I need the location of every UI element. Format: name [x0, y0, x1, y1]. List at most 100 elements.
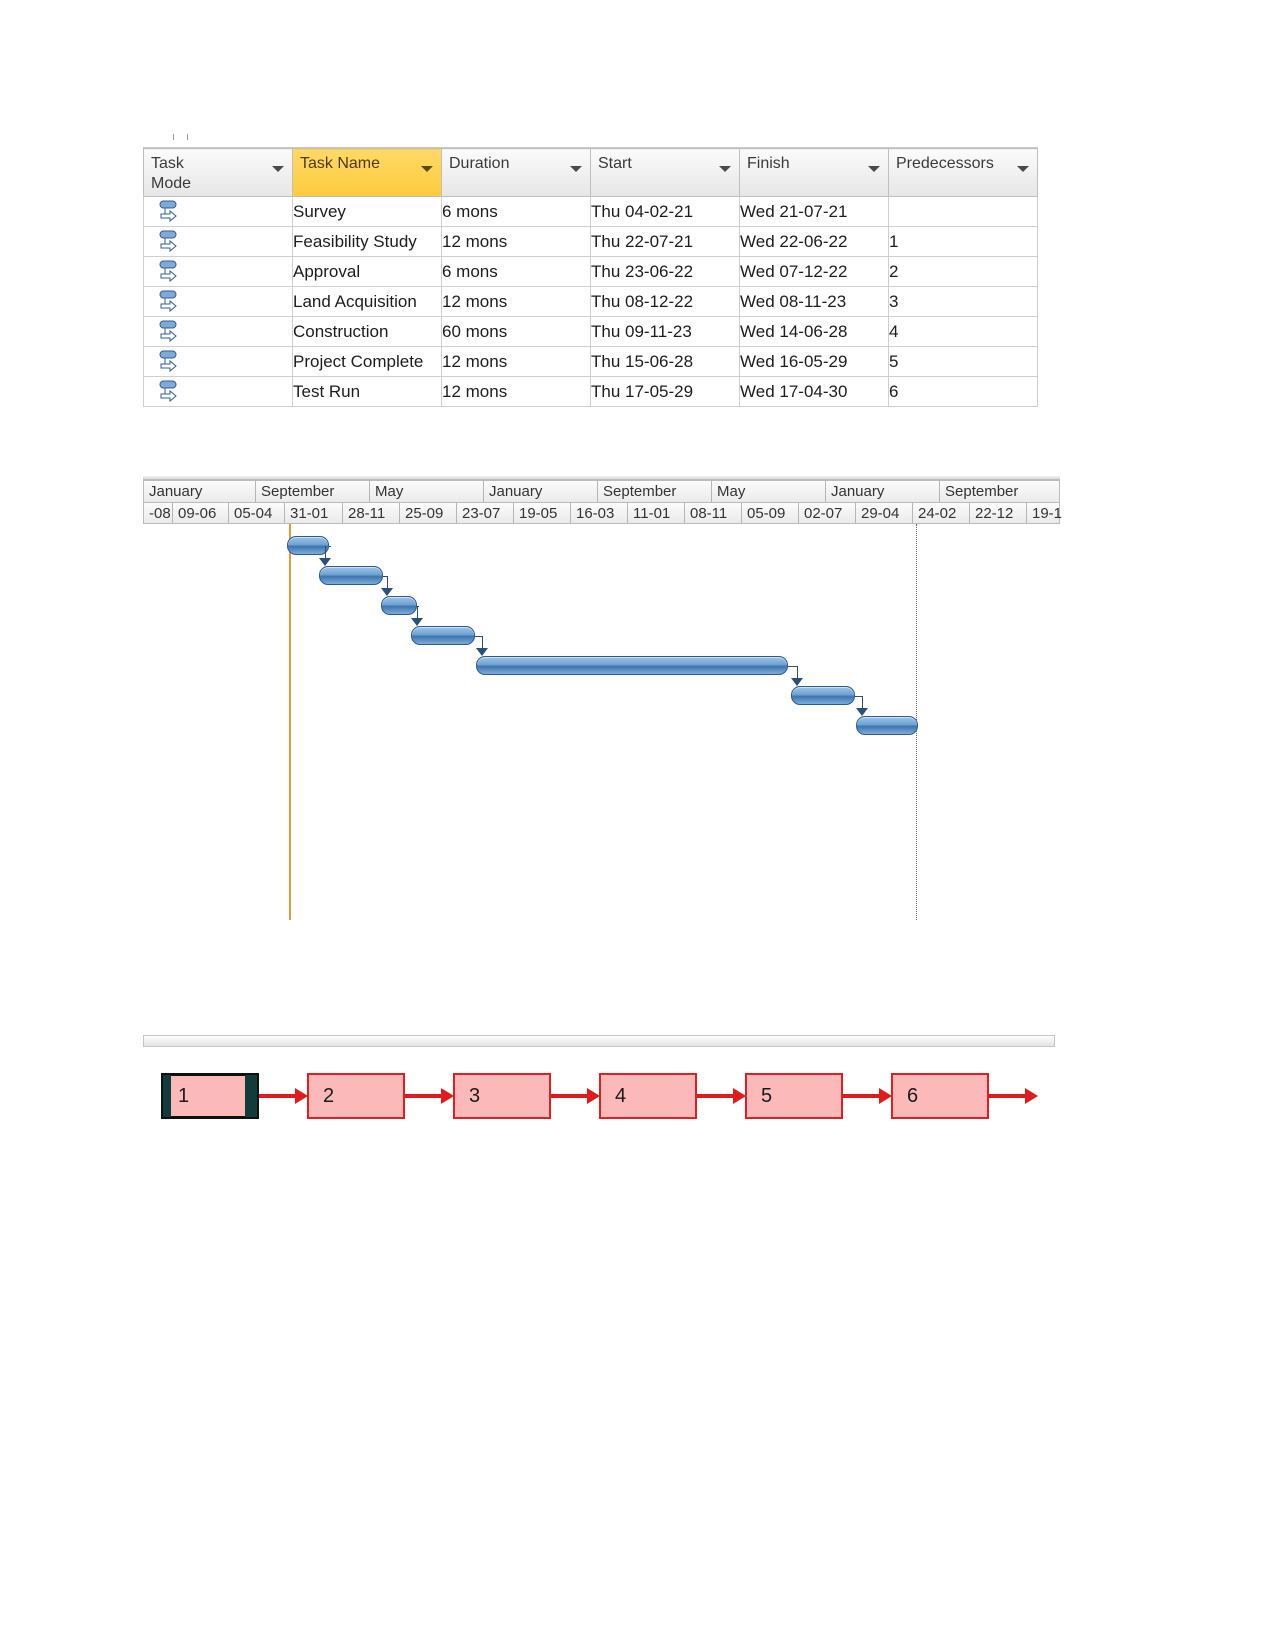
gantt-link-horizontal [788, 666, 797, 667]
chevron-down-icon[interactable] [570, 166, 582, 172]
network-link-arrow-icon [551, 1073, 600, 1119]
cell-finish[interactable]: Wed 07-12-22 [739, 256, 889, 287]
network-node[interactable]: 1 [161, 1073, 259, 1119]
cell-start[interactable]: Thu 17-05-29 [590, 376, 740, 407]
cell-task-name[interactable]: Land Acquisition [292, 286, 442, 317]
cell-start[interactable]: Thu 04-02-21 [590, 196, 740, 227]
gantt-link-arrow-icon [476, 648, 488, 656]
gantt-bar[interactable] [791, 686, 855, 705]
cell-finish[interactable]: Wed 17-04-30 [739, 376, 889, 407]
cell-task-mode[interactable] [143, 226, 293, 257]
column-header-task-mode[interactable]: Task Mode [143, 148, 293, 197]
cell-finish[interactable]: Wed 21-07-21 [739, 196, 889, 227]
header-row: Task Mode Task Name Duration Start Finish [143, 148, 1038, 197]
cell-task-mode[interactable] [143, 286, 293, 317]
cell-task-mode[interactable] [143, 376, 293, 407]
table-row[interactable]: Test Run 12 mons Thu 17-05-29 Wed 17-04-30 6 [143, 376, 1038, 407]
network-node[interactable]: 6 [891, 1073, 989, 1119]
column-header-start[interactable]: Start [590, 148, 740, 197]
timescale-date-cell: 19-1 [1032, 505, 1063, 522]
cell-task-mode[interactable] [143, 196, 293, 227]
timescale-month-row: January September May January September May Ja… [143, 480, 1060, 502]
cell-start[interactable]: Thu 09-11-23 [590, 316, 740, 347]
gantt-bar[interactable] [856, 716, 918, 735]
column-header-predecessors[interactable]: Predecessors [888, 148, 1038, 197]
column-header-start-label: Start [598, 155, 632, 172]
column-header-predecessors-label: Predecessors [896, 155, 994, 172]
task-table-header: Task Mode Task Name Duration Start Finish [143, 148, 1038, 197]
cell-task-name[interactable]: Project Complete [292, 346, 442, 377]
cell-duration[interactable]: 6 mons [441, 256, 591, 287]
timescale-date-cell: 29-04 [856, 503, 913, 523]
cell-predecessors[interactable]: 6 [888, 376, 1038, 407]
timescale-month-cell: May [712, 481, 826, 502]
gantt-link-arrow-icon [381, 588, 393, 596]
cell-start[interactable]: Thu 22-07-21 [590, 226, 740, 257]
cell-task-name[interactable]: Feasibility Study [292, 226, 442, 257]
cell-predecessors[interactable]: 3 [888, 286, 1038, 317]
chevron-down-icon[interactable] [868, 166, 880, 172]
gantt-bar[interactable] [319, 566, 383, 585]
network-node-label: 5 [761, 1084, 773, 1107]
cell-task-name[interactable]: Test Run [292, 376, 442, 407]
cell-start[interactable]: Thu 15-06-28 [590, 346, 740, 377]
cell-finish[interactable]: Wed 14-06-28 [739, 316, 889, 347]
gantt-bar[interactable] [476, 656, 788, 675]
cell-predecessors[interactable]: 2 [888, 256, 1038, 287]
cell-task-mode[interactable] [143, 316, 293, 347]
chevron-down-icon[interactable] [719, 166, 731, 172]
gantt-bar[interactable] [287, 536, 329, 555]
network-node[interactable]: 3 [453, 1073, 551, 1119]
cell-predecessors[interactable]: 5 [888, 346, 1038, 377]
column-header-finish[interactable]: Finish [739, 148, 889, 197]
cell-task-name[interactable]: Construction [292, 316, 442, 347]
network-diagram-divider [143, 1035, 1055, 1047]
cell-duration[interactable]: 12 mons [441, 376, 591, 407]
column-header-duration[interactable]: Duration [441, 148, 591, 197]
gantt-timescale: January September May January September May Ja… [143, 480, 1062, 524]
cell-duration[interactable]: 12 mons [441, 346, 591, 377]
gantt-chart: January September May January September May Ja… [143, 470, 1062, 920]
cell-predecessors[interactable]: 4 [888, 316, 1038, 347]
chevron-down-icon[interactable] [272, 166, 284, 172]
manually-scheduled-icon [158, 350, 182, 375]
table-row[interactable]: Feasibility Study 12 mons Thu 22-07-21 Wed … [143, 226, 1038, 257]
timescale-date-cell: 24-02 [913, 503, 970, 523]
cell-duration[interactable]: 6 mons [441, 196, 591, 227]
timescale-date-cell: 05-09 [742, 503, 799, 523]
gantt-link-arrow-icon [791, 678, 803, 686]
cell-finish[interactable]: Wed 16-05-29 [739, 346, 889, 377]
gantt-bar[interactable] [411, 626, 475, 645]
cell-start[interactable]: Thu 08-12-22 [590, 286, 740, 317]
network-node[interactable]: 5 [745, 1073, 843, 1119]
cell-task-mode[interactable] [143, 256, 293, 287]
cell-predecessors[interactable] [888, 196, 1038, 227]
task-table: Task Mode Task Name Duration Start Finish [143, 148, 1038, 407]
cell-duration[interactable]: 60 mons [441, 316, 591, 347]
manually-scheduled-icon [158, 380, 182, 405]
cell-finish[interactable]: Wed 22-06-22 [739, 226, 889, 257]
cell-finish[interactable]: Wed 08-11-23 [739, 286, 889, 317]
chevron-down-icon[interactable] [1017, 166, 1029, 172]
network-node[interactable]: 4 [599, 1073, 697, 1119]
network-node-label: 4 [615, 1084, 627, 1107]
cell-task-name[interactable]: Approval [292, 256, 442, 287]
cell-task-mode[interactable] [143, 346, 293, 377]
cell-duration[interactable]: 12 mons [441, 226, 591, 257]
table-row[interactable]: Survey 6 mons Thu 04-02-21 Wed 21-07-21 [143, 196, 1038, 227]
table-row[interactable]: Project Complete 12 mons Thu 15-06-28 Wed 1… [143, 346, 1038, 377]
cell-predecessors[interactable]: 1 [888, 226, 1038, 257]
table-row[interactable]: Construction 60 mons Thu 09-11-23 Wed 14-06… [143, 316, 1038, 347]
network-node[interactable]: 2 [307, 1073, 405, 1119]
cell-duration[interactable]: 12 mons [441, 286, 591, 317]
gantt-bar-area[interactable] [143, 524, 1060, 920]
column-header-task-name[interactable]: Task Name [292, 148, 442, 197]
cell-start[interactable]: Thu 23-06-22 [590, 256, 740, 287]
timescale-date-cell: 31-01 [285, 503, 343, 523]
chevron-down-icon[interactable] [421, 166, 433, 172]
timescale-date-row: -08 09-06 05-04 31-01 28-11 25-09 23-07 19-05 16… [143, 502, 1062, 524]
table-row[interactable]: Approval 6 mons Thu 23-06-22 Wed 07-12-22 2 [143, 256, 1038, 287]
table-row[interactable]: Land Acquisition 12 mons Thu 08-12-22 Wed 0… [143, 286, 1038, 317]
gantt-bar[interactable] [381, 596, 417, 615]
cell-task-name[interactable]: Survey [292, 196, 442, 227]
